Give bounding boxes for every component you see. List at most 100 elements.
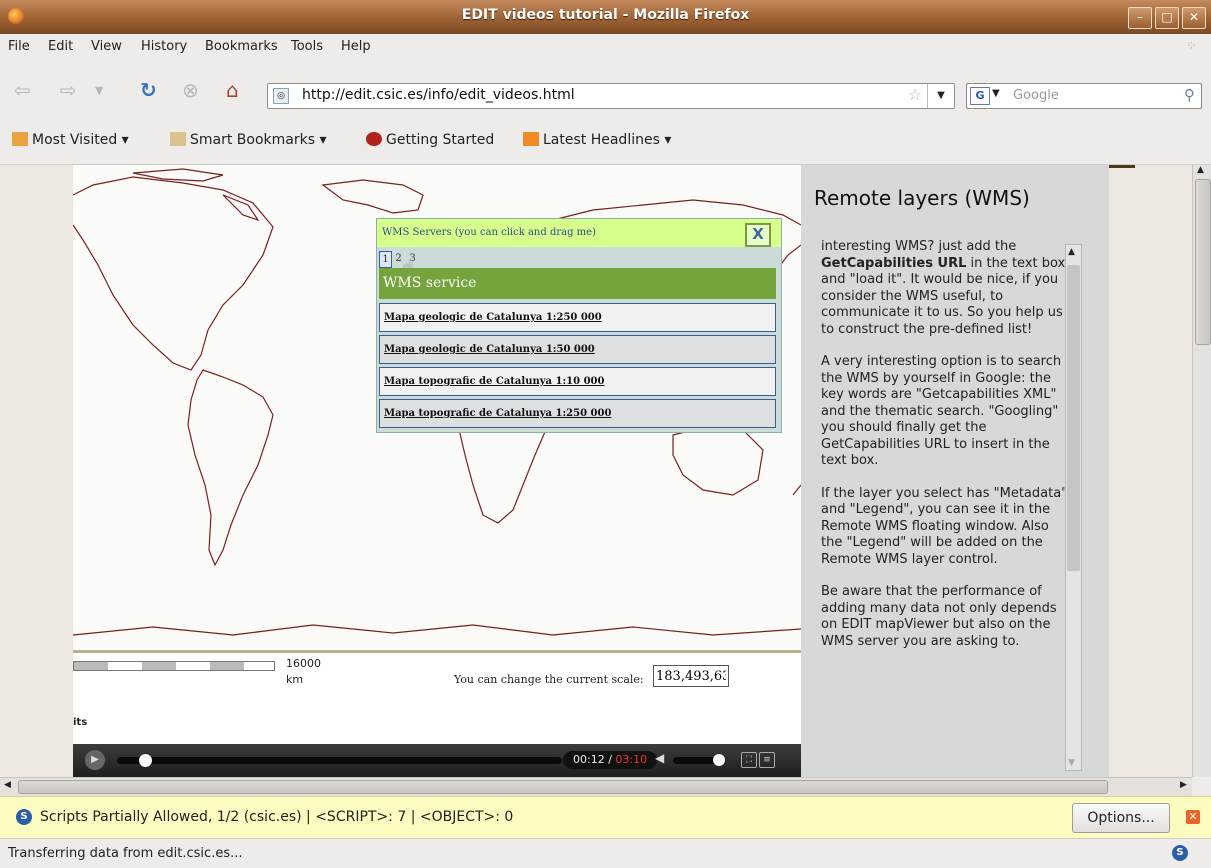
throbber-icon: ⁘	[1186, 39, 1197, 54]
scroll-up-icon[interactable]: ▲	[1068, 247, 1075, 257]
menubar: File Edit View History Bookmarks Tools H…	[0, 34, 1211, 60]
wms-service-header: WMS service	[379, 268, 776, 299]
close-window-button[interactable]: ✕	[1182, 7, 1206, 29]
info-panel: Remote layers (WMS) interesting WMS? jus…	[801, 165, 1109, 777]
scroll-right-icon[interactable]: ▶	[1180, 780, 1187, 790]
time-separator: /	[604, 753, 616, 766]
noscript-message: Scripts Partially Allowed, 1/2 (csic.es)…	[40, 809, 514, 825]
noscript-icon: S	[16, 809, 32, 825]
scroll-up-icon[interactable]: ▲	[1197, 165, 1204, 175]
menu-history[interactable]: History	[141, 39, 187, 54]
wms-item[interactable]: Mapa topografic de Catalunya 1:250 000	[379, 399, 776, 428]
home-icon[interactable]: ⌂	[226, 78, 239, 102]
stop-icon[interactable]: ⊗	[182, 78, 199, 102]
bookmark-getting-started[interactable]: Getting Started	[366, 132, 494, 148]
scale-unit: km	[286, 673, 304, 686]
menu-edit[interactable]: Edit	[48, 39, 73, 54]
panel-title: Remote layers (WMS)	[814, 186, 1030, 210]
page-horizontal-scrollbar[interactable]: ◀ ▶	[0, 777, 1192, 796]
window-title: EDIT videos tutorial - Mozilla Firefox	[461, 7, 750, 23]
para1-pre: interesting WMS? just add the	[821, 239, 1017, 254]
scroll-down-icon[interactable]: ▼	[1068, 758, 1075, 768]
minimize-button[interactable]: –	[1128, 7, 1152, 29]
search-bar[interactable]: G ▼ Google ⚲	[966, 83, 1202, 109]
bookmarks-toolbar: Most Visited ▾ Smart Bookmarks ▾ Getting…	[0, 118, 1211, 165]
scale-section: 16000 km You can change the current scal…	[73, 651, 801, 745]
bookmark-latest-headlines[interactable]: Latest Headlines ▾	[523, 132, 671, 148]
url-text[interactable]: http://edit.csic.es/info/edit_videos.htm…	[302, 87, 575, 103]
site-favicon-icon: ◎	[273, 88, 289, 104]
search-placeholder[interactable]: Google	[1013, 88, 1059, 103]
search-engine-dropdown-icon[interactable]: ▼	[992, 88, 1000, 99]
page-content: 16000 km You can change the current scal…	[0, 165, 1192, 777]
menu-view[interactable]: View	[91, 39, 122, 54]
wms-close-button[interactable]: X	[745, 223, 771, 247]
rss-icon	[523, 132, 539, 146]
folder-icon	[12, 132, 28, 146]
wms-window-header[interactable]: WMS Servers (you can click and drag me) …	[377, 219, 781, 247]
video-controls: ▶ 00:12 / 03:10 ◀ ⛶ ≡	[73, 744, 801, 777]
video-progress-knob[interactable]	[139, 754, 153, 767]
panel-text: interesting WMS? just add the GetCapabil…	[821, 239, 1071, 773]
reload-icon[interactable]: ↻	[140, 78, 157, 102]
panel-paragraph: Be aware that the performance of adding …	[821, 584, 1057, 649]
search-engine-icon[interactable]: G	[970, 87, 990, 105]
menu-help[interactable]: Help	[341, 39, 371, 54]
firefox-bookmark-icon	[366, 132, 382, 146]
play-icon[interactable]: ▶	[85, 750, 105, 770]
panel-paragraph: A very interesting option is to search t…	[821, 354, 1062, 468]
bookmark-label: Latest Headlines	[543, 132, 660, 148]
noscript-status-icon[interactable]: S	[1172, 845, 1188, 861]
wms-item[interactable]: Mapa geologic de Catalunya 1:50 000	[379, 335, 776, 364]
status-bar: Transferring data from edit.csic.es... S	[0, 838, 1211, 868]
panel-scroll-thumb[interactable]	[1067, 265, 1080, 571]
panel-paragraph: interesting WMS? just add the GetCapabil…	[821, 239, 1071, 338]
status-text: Transferring data from edit.csic.es...	[8, 846, 243, 861]
wms-servers-window[interactable]: WMS Servers (you can click and drag me) …	[376, 218, 782, 433]
time-elapsed: 00:12	[573, 753, 605, 766]
noscript-notification-bar: S Scripts Partially Allowed, 1/2 (csic.e…	[0, 796, 1211, 839]
menu-file[interactable]: File	[8, 39, 30, 54]
volume-icon[interactable]: ◀	[655, 751, 664, 765]
close-notification-icon[interactable]: ✕	[1186, 810, 1200, 824]
bookmark-smart-bookmarks[interactable]: Smart Bookmarks ▾	[170, 132, 327, 148]
page-horizontal-thumb[interactable]	[18, 780, 1108, 794]
page-vertical-thumb[interactable]	[1195, 179, 1211, 345]
panel-scrollbar[interactable]: ▲ ▼	[1065, 244, 1082, 771]
fullscreen-icon[interactable]: ⛶	[741, 752, 757, 768]
bookmark-label: Getting Started	[386, 132, 495, 148]
scale-bar-graphic	[73, 661, 275, 671]
url-bar[interactable]: ◎ http://edit.csic.es/info/edit_videos.h…	[267, 83, 955, 109]
window-titlebar[interactable]: EDIT videos tutorial - Mozilla Firefox –…	[0, 0, 1211, 34]
search-icon[interactable]: ⚲	[1184, 86, 1195, 104]
side-label: its	[73, 717, 88, 728]
noscript-options-button[interactable]: Options...	[1072, 803, 1170, 833]
scale-number: 16000	[286, 657, 321, 670]
menu-tools[interactable]: Tools	[291, 39, 323, 54]
video-time: 00:12 / 03:10	[563, 751, 658, 769]
video-player[interactable]: 16000 km You can change the current scal…	[73, 165, 801, 777]
page-vertical-scrollbar[interactable]: ▲	[1192, 165, 1211, 777]
video-progress-track[interactable]	[117, 757, 562, 764]
maximize-button[interactable]: □	[1155, 7, 1179, 29]
bookmark-label: Most Visited	[32, 132, 118, 148]
para1-bold: GetCapabilities URL	[821, 255, 967, 271]
time-total: 03:10	[615, 753, 648, 766]
bookmark-star-icon[interactable]: ☆	[908, 85, 922, 104]
scale-input[interactable]	[653, 665, 729, 687]
back-icon[interactable]: ⇦	[14, 78, 31, 102]
forward-icon[interactable]: ⇨	[60, 78, 77, 102]
bookmark-label: Smart Bookmarks	[190, 132, 316, 148]
wms-item[interactable]: Mapa geologic de Catalunya 1:250 000	[379, 303, 776, 332]
menu-bookmarks[interactable]: Bookmarks	[205, 39, 278, 54]
url-dropdown-icon[interactable]: ▼	[927, 84, 954, 108]
menu-list-icon[interactable]: ≡	[759, 752, 775, 768]
wms-page-1[interactable]: 1	[379, 251, 392, 268]
wms-item[interactable]: Mapa topografic de Catalunya 1:10 000	[379, 367, 776, 396]
bookmark-most-visited[interactable]: Most Visited ▾	[12, 132, 129, 148]
scale-prompt: You can change the current scale:	[454, 673, 644, 686]
volume-knob[interactable]	[713, 754, 725, 766]
scroll-left-icon[interactable]: ◀	[4, 780, 11, 790]
history-dropdown-icon[interactable]: ▼	[95, 84, 103, 97]
panel-paragraph: If the layer you select has "Metadata" a…	[821, 485, 1068, 567]
